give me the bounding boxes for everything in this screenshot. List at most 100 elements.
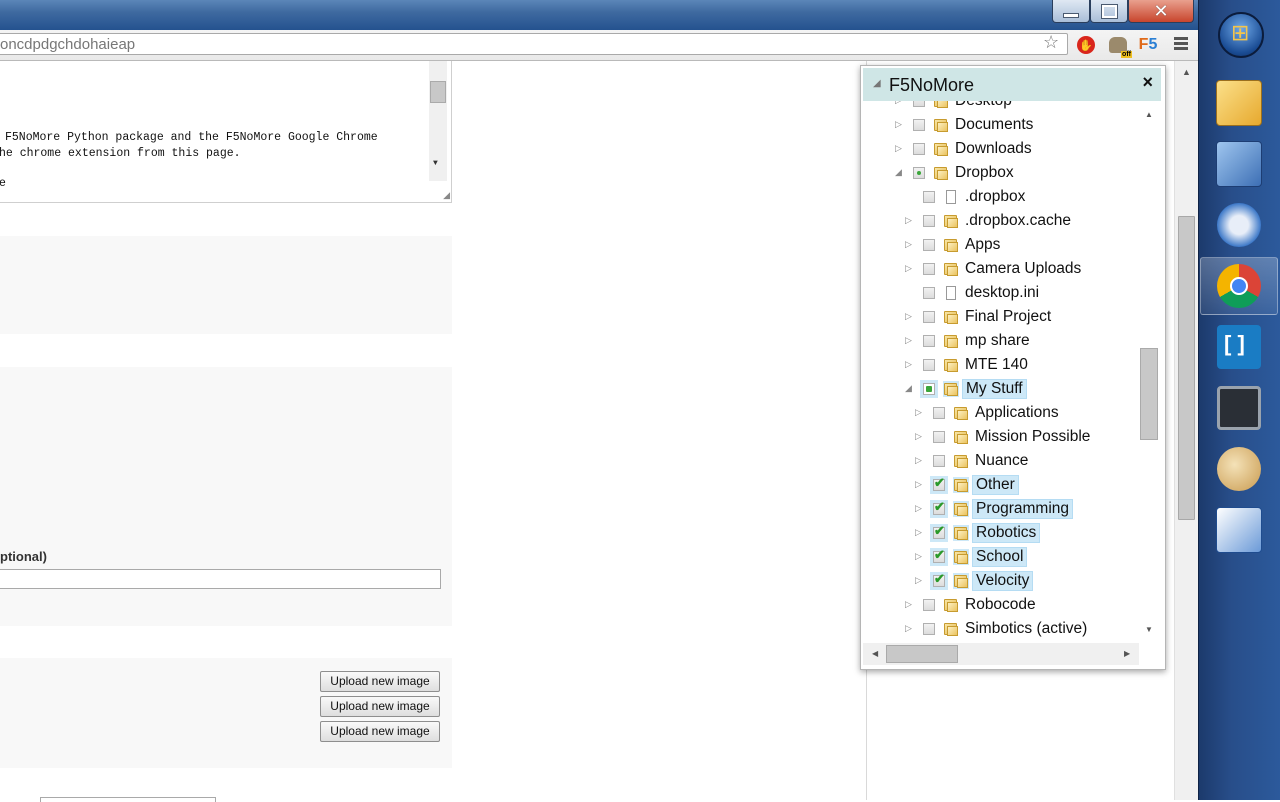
tree-item[interactable]: ◢ Dropbox xyxy=(861,163,1139,185)
tree-checkbox[interactable] xyxy=(923,335,935,347)
taskbar-button[interactable] xyxy=(1200,440,1278,498)
tree-checkbox[interactable] xyxy=(923,311,935,323)
scroll-down-arrow-icon[interactable]: ▼ xyxy=(1145,625,1153,634)
tree-item[interactable]: ▷ Mission Possible xyxy=(861,427,1139,449)
tree-item[interactable]: desktop.ini xyxy=(861,283,1139,305)
close-window-button[interactable]: ✕ xyxy=(1128,0,1194,23)
tree-item[interactable]: ▷ Downloads xyxy=(861,139,1139,161)
tree-horizontal-scrollbar[interactable]: ◀ ▶ xyxy=(863,643,1139,665)
tree-checkbox[interactable] xyxy=(920,380,938,398)
tree-item[interactable]: ▷ Nuance xyxy=(861,451,1139,473)
f5nomore-extension-button[interactable]: F5 xyxy=(1138,35,1158,55)
collapsed-triangle-icon[interactable]: ▷ xyxy=(895,101,902,106)
tree-item[interactable]: ▷ Documents xyxy=(861,115,1139,137)
adblock-extension-button[interactable]: ✋ xyxy=(1076,35,1096,55)
collapsed-triangle-icon[interactable]: ▷ xyxy=(905,239,912,250)
tree-item[interactable]: ▷ Apps xyxy=(861,235,1139,257)
scroll-up-arrow-icon[interactable]: ▲ xyxy=(1145,110,1153,119)
tree-checkbox[interactable] xyxy=(923,215,935,227)
tree-checkbox[interactable] xyxy=(923,359,935,371)
address-bar[interactable]: oncdpdgchdohaieap xyxy=(0,33,1068,55)
tree-scroll-thumb[interactable] xyxy=(1140,348,1158,440)
code-scroll-thumb[interactable] xyxy=(430,81,446,103)
tree-hscroll-thumb[interactable] xyxy=(886,645,958,663)
tree-checkbox[interactable] xyxy=(923,623,935,635)
scroll-up-arrow-icon[interactable]: ▲ xyxy=(1182,67,1191,77)
tree-checkbox[interactable] xyxy=(923,287,935,299)
scroll-right-arrow-icon[interactable]: ▶ xyxy=(1124,649,1130,658)
tree-checkbox[interactable] xyxy=(930,475,948,494)
tree-item[interactable]: ▷ Applications xyxy=(861,403,1139,425)
collapsed-triangle-icon[interactable]: ▷ xyxy=(915,527,922,538)
tree-checkbox[interactable] xyxy=(933,431,945,443)
scroll-down-arrow-icon[interactable]: ▼ xyxy=(433,159,438,168)
upload-new-image-button[interactable]: Upload new image xyxy=(320,721,440,742)
bookmark-star-icon[interactable]: ☆ xyxy=(1043,32,1059,53)
taskbar-button[interactable] xyxy=(1200,196,1278,254)
tree-checkbox[interactable] xyxy=(930,547,948,566)
code-textarea[interactable]: F5NoMore Python package and the F5NoMore… xyxy=(0,61,452,203)
tree-checkbox[interactable] xyxy=(930,499,948,518)
collapsed-triangle-icon[interactable]: ▷ xyxy=(915,551,922,562)
tree-checkbox[interactable] xyxy=(923,263,935,275)
collapsed-triangle-icon[interactable]: ▷ xyxy=(915,503,922,514)
taskbar-button[interactable] xyxy=(1200,74,1278,132)
code-scrollbar[interactable]: ▼ xyxy=(429,61,447,181)
tree-item[interactable]: ▷ Robotics xyxy=(861,523,1139,545)
scroll-left-arrow-icon[interactable]: ◀ xyxy=(872,649,878,658)
collapsed-triangle-icon[interactable]: ▷ xyxy=(895,119,902,130)
collapsed-triangle-icon[interactable]: ▷ xyxy=(905,263,912,274)
tree-item[interactable]: ▷ Simbotics (active) xyxy=(861,619,1139,641)
tree-checkbox[interactable] xyxy=(913,119,925,131)
tree-checkbox[interactable] xyxy=(933,455,945,467)
collapsed-triangle-icon[interactable]: ▷ xyxy=(915,431,922,442)
collapsed-triangle-icon[interactable]: ▷ xyxy=(905,599,912,610)
collapsed-triangle-icon[interactable]: ▷ xyxy=(905,623,912,634)
tree-checkbox[interactable] xyxy=(923,191,935,203)
page-scrollbar[interactable]: ▲ xyxy=(1174,61,1199,800)
taskbar-button[interactable] xyxy=(1200,379,1278,437)
tree-item[interactable]: .dropbox xyxy=(861,187,1139,209)
upload-new-image-button[interactable]: Upload new image xyxy=(320,671,440,692)
popup-close-button[interactable]: × xyxy=(1142,72,1153,93)
extension-off-button[interactable]: off xyxy=(1108,35,1132,58)
tree-vertical-scrollbar[interactable]: ▲ ▼ xyxy=(1139,101,1161,641)
collapsed-triangle-icon[interactable]: ▷ xyxy=(915,575,922,586)
optional-text-field[interactable] xyxy=(0,569,441,589)
tree-checkbox[interactable] xyxy=(933,407,945,419)
minimize-button[interactable] xyxy=(1052,0,1090,23)
collapsed-triangle-icon[interactable]: ▷ xyxy=(905,335,912,346)
collapse-triangle-icon[interactable]: ◢ xyxy=(873,78,881,89)
taskbar-button[interactable] xyxy=(1200,257,1278,315)
taskbar-button[interactable] xyxy=(1200,318,1278,376)
tree-checkbox[interactable] xyxy=(930,571,948,590)
collapsed-triangle-icon[interactable]: ▷ xyxy=(905,359,912,370)
collapsed-triangle-icon[interactable]: ▷ xyxy=(915,455,922,466)
upload-new-image-button[interactable]: Upload new image xyxy=(320,696,440,717)
tree-item[interactable]: ▷ mp share xyxy=(861,331,1139,353)
page-scroll-thumb[interactable] xyxy=(1178,216,1195,520)
collapsed-triangle-icon[interactable]: ▷ xyxy=(905,311,912,322)
tree-checkbox[interactable] xyxy=(930,523,948,542)
taskbar-button[interactable] xyxy=(1200,501,1278,559)
collapsed-triangle-icon[interactable]: ▷ xyxy=(915,479,922,490)
restore-button[interactable] xyxy=(1090,0,1128,23)
tree-checkbox[interactable] xyxy=(923,239,935,251)
chrome-menu-icon[interactable] xyxy=(1174,37,1188,52)
tree-checkbox[interactable] xyxy=(913,167,925,179)
collapsed-triangle-icon[interactable]: ▷ xyxy=(895,143,902,154)
expanded-triangle-icon[interactable]: ◢ xyxy=(905,383,912,394)
start-button[interactable] xyxy=(1218,12,1264,58)
tree-item[interactable]: ▷ Programming xyxy=(861,499,1139,521)
tree-item[interactable]: ▷ Desktop xyxy=(861,101,1139,113)
tree-checkbox[interactable] xyxy=(913,101,925,107)
collapsed-triangle-icon[interactable]: ▷ xyxy=(915,407,922,418)
tree-item[interactable]: ◢ My Stuff xyxy=(861,379,1139,401)
tree-item[interactable]: ▷ Final Project xyxy=(861,307,1139,329)
tree-item[interactable]: ▷ MTE 140 xyxy=(861,355,1139,377)
collapsed-triangle-icon[interactable]: ▷ xyxy=(905,215,912,226)
tree-item[interactable]: ▷ Robocode xyxy=(861,595,1139,617)
resize-grip-icon[interactable]: ◢ xyxy=(443,191,450,201)
tree-checkbox[interactable] xyxy=(923,599,935,611)
tree-item[interactable]: ▷ School xyxy=(861,547,1139,569)
